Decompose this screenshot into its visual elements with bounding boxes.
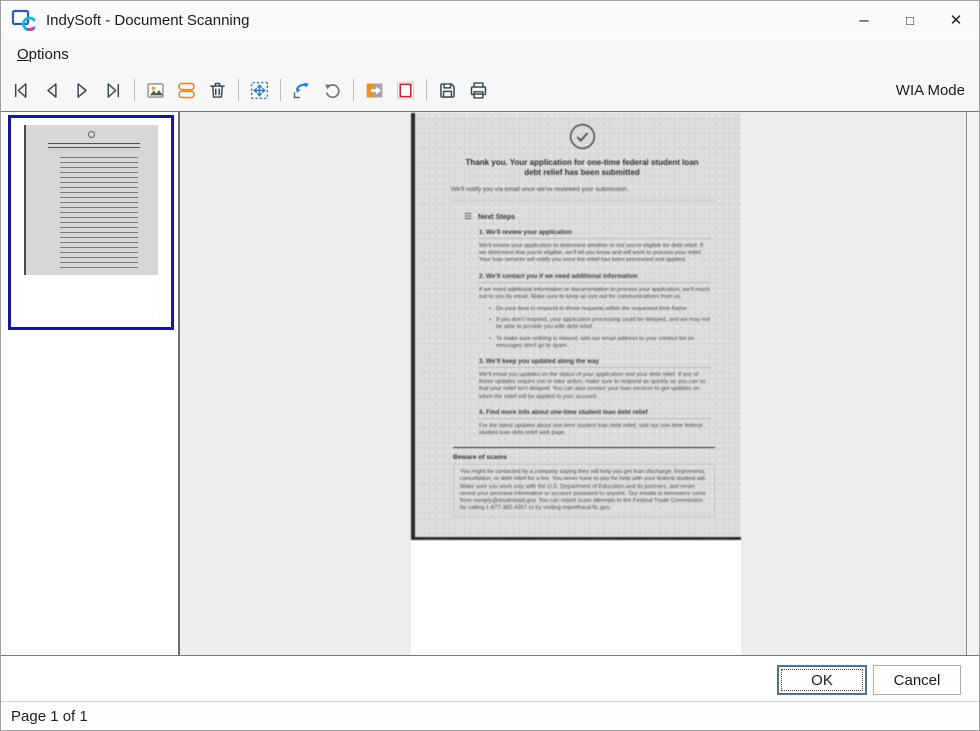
doc-bullet: Do your best to respond to these request… [489,306,711,313]
split-pages-icon [176,80,197,101]
doc-step-4: 4. Find more info about one-time student… [479,409,711,437]
first-page-icon [10,80,31,101]
ok-button[interactable]: OK [777,665,867,695]
page-count-label: Page 1 of 1 [11,708,88,725]
document-scanning-window: IndySoft - Document Scanning – □ ✕ Optio… [0,0,980,731]
scanned-page-image: Thank you. Your application for one-time… [411,113,741,540]
toolbar-separator [238,79,239,101]
next-page-button[interactable] [69,77,96,104]
crop-border-icon [395,80,416,101]
doc-step-3-body: We'll email you updates on the status of… [479,372,711,401]
doc-step-2-title: 2. We'll contact you if we need addition… [479,273,711,283]
rotate-right-button[interactable] [319,77,346,104]
maximize-button[interactable]: □ [887,1,933,39]
toolbar: WIA Mode [1,69,979,111]
dialog-button-row: OK Cancel [1,656,979,701]
window-controls: – □ ✕ [841,1,979,39]
doc-step-2: 2. We'll contact you if we need addition… [479,273,711,350]
save-button[interactable] [434,77,461,104]
previous-page-icon [41,80,62,101]
menu-options[interactable]: Options [13,44,73,65]
next-steps-row: Next Steps [463,211,715,221]
doc-step-1: 1. We'll review your application We'll r… [479,229,711,265]
doc-step-3: 3. We'll keep you updated along the way … [479,358,711,401]
thumbnail-panel[interactable] [1,112,180,655]
previous-page-button[interactable] [38,77,65,104]
thumbnail-mini-page [24,125,158,319]
doc-heading: Thank you. Your application for one-time… [457,158,707,178]
doc-scams-title: Beware of scams [453,454,715,461]
list-icon [463,211,473,221]
next-steps-label: Next Steps [478,212,515,221]
doc-scams-body: You might be contacted by a company sayi… [453,464,715,517]
status-bar: Page 1 of 1 [1,701,979,730]
export-button[interactable] [361,77,388,104]
app-logo-icon [11,9,37,31]
close-button[interactable]: ✕ [933,1,979,39]
toolbar-separator [134,79,135,101]
thumbnail-blank-region [24,275,158,319]
print-button[interactable] [465,77,492,104]
wia-mode-label: WIA Mode [896,82,965,99]
window-title: IndySoft - Document Scanning [46,12,249,29]
check-circle-icon [569,123,596,150]
delete-button[interactable] [204,77,231,104]
toolbar-separator [353,79,354,101]
doc-step-1-title: 1. We'll review your application [479,229,711,239]
content-area: Thank you. Your application for one-time… [1,111,979,656]
next-page-icon [72,80,93,101]
first-page-button[interactable] [7,77,34,104]
trash-icon [207,80,228,101]
title-bar: IndySoft - Document Scanning – □ ✕ [1,1,979,39]
export-icon [364,80,385,101]
image-button[interactable] [142,77,169,104]
doc-step-1-body: We'll review your application to determi… [479,243,711,265]
doc-steps: 1. We'll review your application We'll r… [479,229,711,437]
doc-step-3-title: 3. We'll keep you updated along the way [479,358,711,368]
thumbnail-heading-lines [48,143,140,150]
fit-to-window-button[interactable] [246,77,273,104]
minimize-button[interactable]: – [841,1,887,39]
split-pages-button[interactable] [173,77,200,104]
thumbnail-check-icon [88,131,95,138]
crop-border-button[interactable] [392,77,419,104]
doc-step-4-body: For the latest updates about one-time st… [479,423,711,437]
image-icon [145,80,166,101]
doc-bullet: If you don't respond, your application p… [489,317,711,331]
preview-area[interactable]: Thank you. Your application for one-time… [180,112,967,655]
doc-step-2-body: If we need additional information or doc… [479,287,711,301]
scanned-page: Thank you. Your application for one-time… [411,113,741,655]
toolbar-separator [426,79,427,101]
rotate-left-icon [291,80,312,101]
last-page-button[interactable] [100,77,127,104]
rotate-right-icon [322,80,343,101]
doc-step-2-bullets: Do your best to respond to these request… [489,306,711,350]
doc-divider [453,447,715,448]
fit-to-window-icon [249,80,270,101]
thumbnail-text-lines [60,157,138,269]
toolbar-separator [280,79,281,101]
menu-bar: Options [1,39,979,69]
thumbnail-page-1[interactable] [8,115,174,330]
print-icon [468,80,489,101]
last-page-icon [103,80,124,101]
doc-step-4-title: 4. Find more info about one-time student… [479,409,711,419]
thumbnail-scan-region [24,125,158,275]
doc-bullet: To make sure nothing is missed, add our … [489,336,711,350]
cancel-button[interactable]: Cancel [873,665,961,695]
save-icon [437,80,458,101]
doc-subtext: We'll notify you via email once we've re… [451,186,715,201]
rotate-left-button[interactable] [288,77,315,104]
